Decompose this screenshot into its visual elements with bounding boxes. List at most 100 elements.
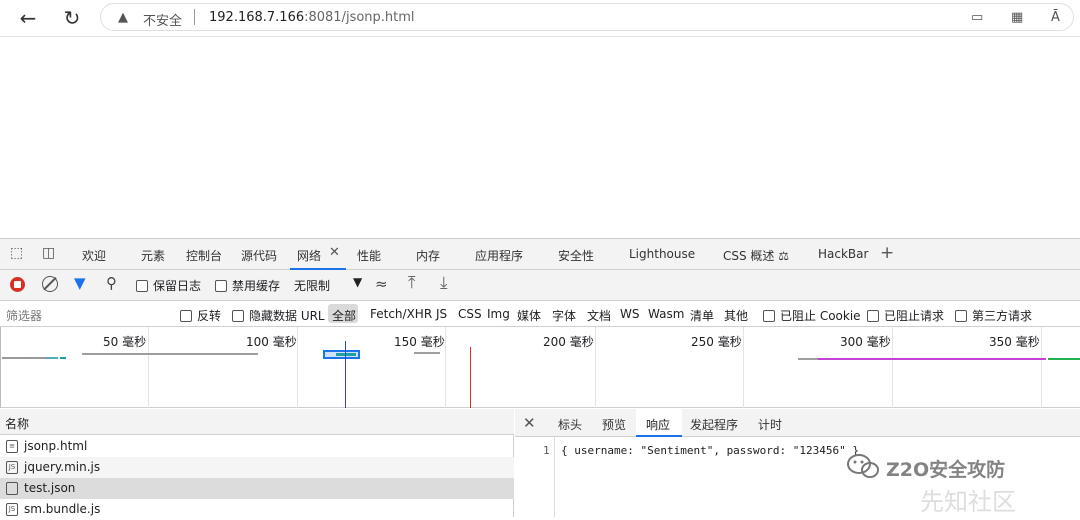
clear-icon[interactable] — [42, 276, 58, 292]
timeline-bar — [2, 357, 46, 359]
tab-performance[interactable]: 性能 — [357, 247, 381, 264]
blocked-cookies-label: 已阻止 Cookie — [780, 309, 861, 323]
filter-type-js[interactable]: JS — [436, 307, 447, 321]
invert-box[interactable] — [180, 310, 192, 322]
filter-type-doc[interactable]: 文档 — [587, 307, 611, 324]
blocked-cookies-box[interactable] — [763, 310, 775, 322]
tab-response[interactable]: 响应 — [646, 416, 670, 433]
timeline-gridline — [148, 327, 149, 408]
tab-security[interactable]: 安全性 — [558, 247, 594, 264]
filter-type-fetch-xhr[interactable]: Fetch/XHR — [370, 307, 432, 321]
filter-type-other[interactable]: 其他 — [724, 307, 748, 324]
tab-network-label: 网络 — [297, 249, 322, 263]
timeline-overview[interactable]: 50 毫秒 100 毫秒 150 毫秒 200 毫秒 250 毫秒 300 毫秒… — [0, 327, 1080, 408]
watermark-subtitle: 先知社区 — [920, 488, 1016, 516]
third-party-box[interactable] — [955, 310, 967, 322]
document-icon: ≡ — [6, 440, 18, 453]
url-text[interactable]: 192.168.7.166:8081/jsonp.html — [209, 10, 415, 25]
device-emulation-icon[interactable]: ◫ — [42, 245, 55, 261]
tab-welcome[interactable]: 欢迎 — [82, 247, 106, 264]
inspect-icon[interactable]: ⬚ — [10, 245, 23, 261]
preserve-log-checkbox[interactable]: 保留日志 — [136, 277, 201, 294]
timeline-label: 150 毫秒 — [394, 335, 445, 349]
name-column-header[interactable]: 名称 — [5, 415, 29, 432]
tab-headers[interactable]: 标头 — [558, 416, 582, 433]
read-aloud-icon[interactable]: Ā — [1051, 10, 1060, 25]
timeline-bar — [46, 357, 58, 359]
record-stop-icon[interactable] — [10, 277, 25, 292]
request-row[interactable]: JS sm.bundle.js — [0, 499, 514, 520]
blocked-requests-checkbox[interactable]: 已阻止请求 — [867, 307, 944, 324]
hide-data-urls-box[interactable] — [232, 310, 244, 322]
line-number: 1 — [543, 444, 550, 457]
filter-type-font[interactable]: 字体 — [552, 307, 576, 324]
tab-application[interactable]: 应用程序 — [475, 247, 523, 264]
filter-type-all[interactable]: 全部 — [332, 307, 356, 324]
page-content — [0, 36, 1080, 238]
timeline-bar — [798, 358, 818, 360]
address-bar[interactable]: ▲ 不安全 192.168.7.166:8081/jsonp.html ▭ ▦ … — [100, 3, 1074, 31]
qr-code-icon[interactable]: ▦ — [1011, 10, 1023, 25]
tab-hackbar[interactable]: HackBar — [818, 247, 868, 261]
invert-checkbox[interactable]: 反转 — [180, 307, 221, 324]
export-har-icon[interactable]: ⤓ — [440, 273, 448, 293]
request-row[interactable]: JS jquery.min.js — [0, 457, 514, 478]
disable-cache-checkbox[interactable]: 禁用缓存 — [215, 277, 280, 294]
disable-cache-box[interactable] — [215, 280, 227, 292]
close-tab-icon[interactable]: ✕ — [329, 245, 340, 260]
network-conditions-icon[interactable]: ≈ — [375, 275, 388, 293]
tab-css-overview-label: CSS 概述 — [723, 249, 775, 263]
cast-icon[interactable]: ▭ — [971, 10, 983, 25]
timeline-bar — [60, 357, 66, 359]
filter-type-ws[interactable]: WS — [620, 307, 639, 321]
warning-icon[interactable]: ▲ — [118, 10, 128, 25]
tab-elements[interactable]: 元素 — [141, 247, 165, 264]
close-icon[interactable]: ✕ — [523, 414, 536, 432]
filter-type-manifest[interactable]: 清单 — [690, 307, 714, 324]
search-icon[interactable]: ⚲ — [106, 274, 117, 292]
blocked-cookies-checkbox[interactable]: 已阻止 Cookie — [763, 307, 861, 324]
url-path: :8081/jsonp.html — [304, 10, 415, 25]
response-body[interactable]: { username: "Sentiment", password: "1234… — [561, 444, 859, 457]
request-name: jquery.min.js — [24, 460, 101, 474]
tab-sources[interactable]: 源代码 — [241, 247, 277, 264]
browser-toolbar: ← ↻ ▲ 不安全 192.168.7.166:8081/jsonp.html … — [0, 0, 1080, 36]
filter-input[interactable]: 筛选器 — [6, 307, 42, 324]
back-icon[interactable]: ← — [14, 4, 42, 32]
security-label[interactable]: 不安全 — [143, 10, 182, 29]
third-party-checkbox[interactable]: 第三方请求 — [955, 307, 1032, 324]
import-har-icon[interactable]: ⤒ — [408, 273, 416, 293]
tab-timing[interactable]: 计时 — [758, 416, 782, 433]
tab-lighthouse[interactable]: Lighthouse — [629, 247, 695, 261]
throttle-select[interactable]: 无限制 ▼ — [290, 274, 368, 295]
timeline-label: 100 毫秒 — [246, 335, 297, 349]
tab-console[interactable]: 控制台 — [186, 247, 222, 264]
timeline-bar — [336, 353, 356, 356]
request-name: jsonp.html — [24, 439, 88, 453]
timeline-bar — [1048, 358, 1080, 360]
tab-initiator[interactable]: 发起程序 — [690, 416, 738, 433]
tab-network[interactable]: 网络 ✕ — [290, 239, 346, 270]
tab-css-overview[interactable]: CSS 概述 ⚖ — [723, 247, 789, 264]
preserve-log-box[interactable] — [136, 280, 148, 292]
filter-icon[interactable]: ▼ — [74, 274, 86, 292]
watermark-title: Z2O安全攻防 — [886, 459, 1006, 481]
preserve-log-label: 保留日志 — [153, 279, 202, 293]
reload-icon[interactable]: ↻ — [58, 4, 86, 32]
devtools-tab-bar: ⬚ ◫ 欢迎 元素 控制台 源代码 网络 ✕ 性能 内存 应用程序 安全性 Li… — [0, 239, 1080, 270]
hide-data-urls-checkbox[interactable]: 隐藏数据 URL — [232, 307, 325, 324]
filter-type-wasm[interactable]: Wasm — [648, 307, 684, 321]
tab-memory[interactable]: 内存 — [416, 247, 440, 264]
add-tab-icon[interactable]: + — [880, 243, 894, 263]
timeline-gridline — [297, 327, 298, 408]
request-row[interactable]: ≡ jsonp.html — [0, 436, 514, 457]
tab-preview[interactable]: 预览 — [602, 416, 626, 433]
filter-type-media[interactable]: 媒体 — [517, 307, 541, 324]
timeline-bar — [818, 358, 1046, 360]
blocked-requests-box[interactable] — [867, 310, 879, 322]
dom-content-loaded-line — [345, 341, 346, 408]
filter-type-css[interactable]: CSS — [458, 307, 482, 321]
request-row-selected[interactable]: test.json — [0, 478, 514, 499]
flask-icon: ⚖ — [778, 249, 790, 263]
filter-type-img[interactable]: Img — [487, 307, 510, 321]
